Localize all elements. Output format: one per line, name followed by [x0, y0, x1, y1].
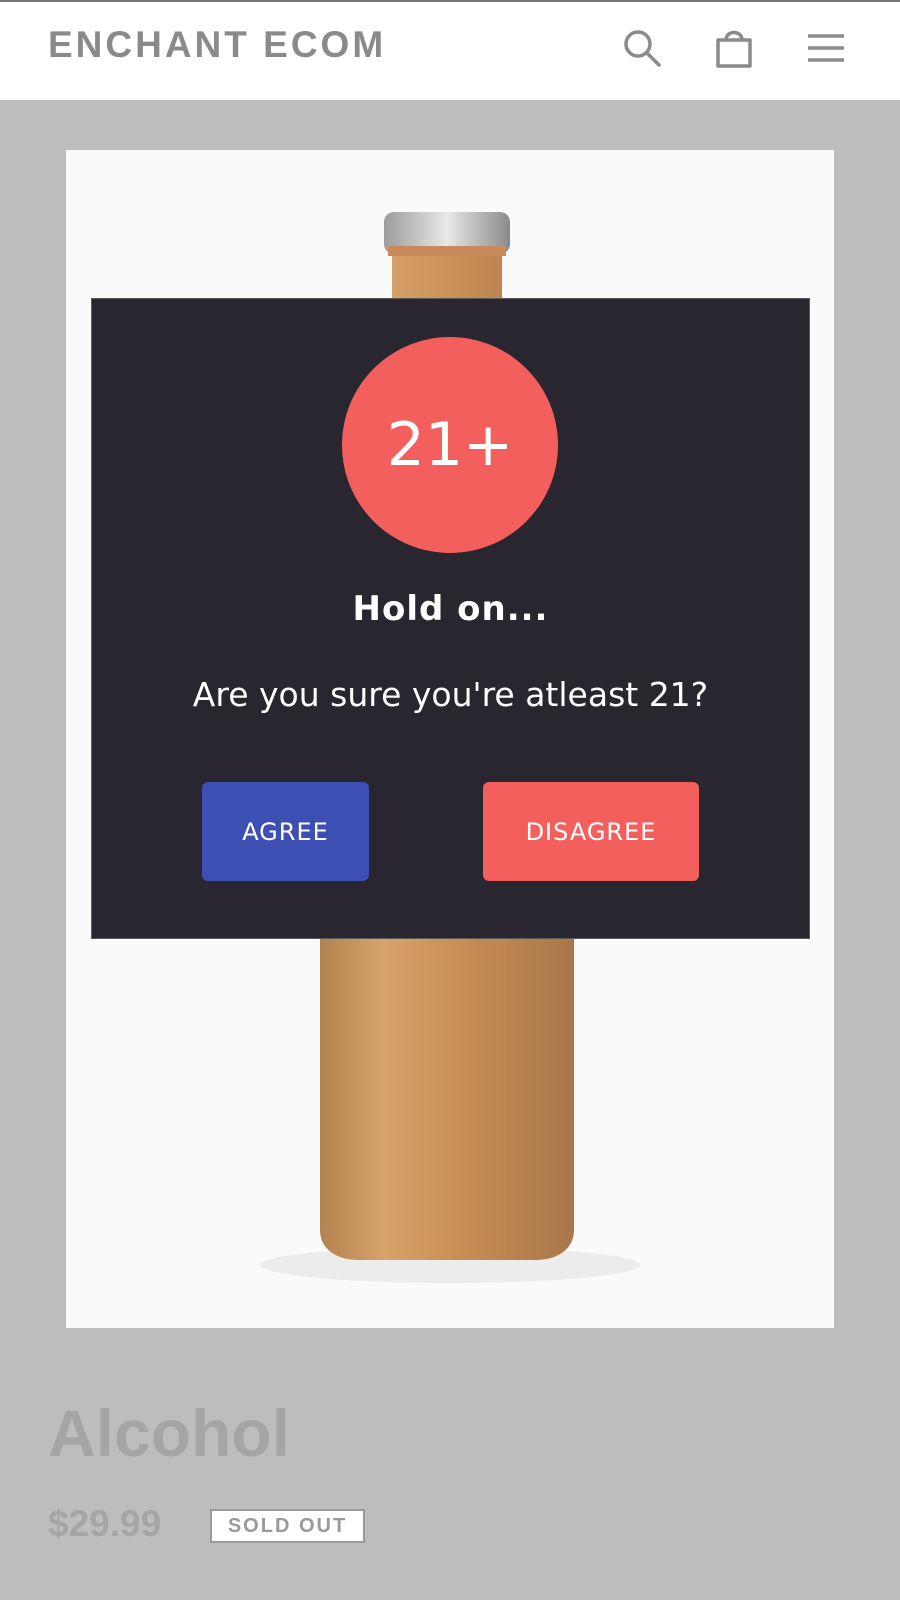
age-verification-modal: 21+ Hold on... Are you sure you're atlea…	[91, 298, 810, 939]
agree-button[interactable]: AGREE	[202, 782, 369, 881]
brand-logo[interactable]: ENCHANT ECOM	[48, 24, 386, 66]
modal-title: Hold on...	[352, 589, 549, 629]
disagree-button[interactable]: DISAGREE	[483, 782, 699, 881]
sold-out-badge: SOLD OUT	[210, 1509, 365, 1543]
search-icon[interactable]	[620, 26, 664, 70]
age-badge: 21+	[342, 337, 558, 553]
product-price: $29.99	[48, 1503, 162, 1544]
shopping-bag-icon[interactable]	[712, 26, 756, 70]
product-title: Alcohol	[48, 1396, 290, 1470]
menu-icon[interactable]	[804, 26, 848, 70]
modal-message: Are you sure you're atleast 21?	[192, 675, 709, 714]
site-header: ENCHANT ECOM	[0, 0, 900, 100]
